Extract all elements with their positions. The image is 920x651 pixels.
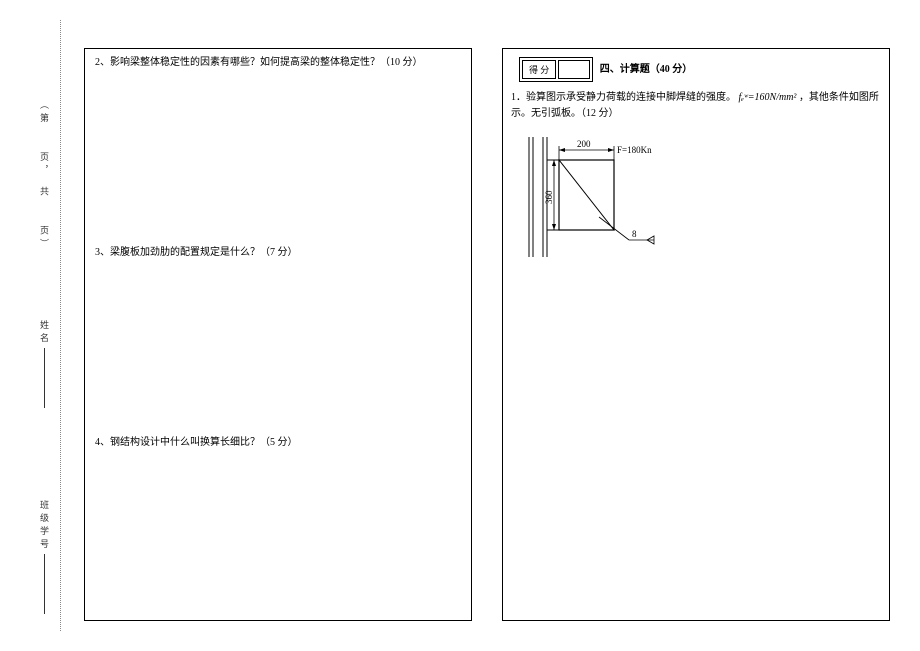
score-value-cell xyxy=(558,60,590,79)
page-indicator: （第 页， 共 页） xyxy=(38,100,51,252)
right-column: 得 分 四、计算题（40 分） 1．验算图示承受静力荷载的连接中脚焊缝的强度。 … xyxy=(502,48,890,621)
question-4: 4、钢结构设计中什么叫换算长细比？（5 分） xyxy=(95,435,461,450)
dim-height: 360 xyxy=(544,190,554,204)
score-label: 得 分 xyxy=(522,60,556,79)
force-label: F=180Kn xyxy=(617,145,652,155)
section-title: 四、计算题（40 分） xyxy=(600,60,693,75)
class-field-label: 班级学号 xyxy=(38,500,51,614)
binding-margin: （第 页， 共 页） 姓名 班级学号 xyxy=(0,0,80,651)
left-column: 2、影响梁整体稳定性的因素有哪些？如何提高梁的整体稳定性？（10 分） 3、梁腹… xyxy=(84,48,472,621)
score-box: 得 分 xyxy=(519,57,593,82)
question-3: 3、梁腹板加劲肋的配置规定是什么？（7 分） xyxy=(95,245,461,260)
weld-diagram: 200 F=180Kn 360 8 xyxy=(519,132,889,265)
cut-line xyxy=(60,20,61,631)
section-4-header: 得 分 四、计算题（40 分） xyxy=(511,53,881,86)
calc-question-1: 1．验算图示承受静力荷载的连接中脚焊缝的强度。 fₑʷ=160N/mm² ，其他… xyxy=(511,90,881,122)
question-2: 2、影响梁整体稳定性的因素有哪些？如何提高梁的整体稳定性？（10 分） xyxy=(95,55,461,70)
dim-width: 200 xyxy=(577,139,591,149)
weld-size: 8 xyxy=(632,229,637,239)
name-field-label: 姓名 xyxy=(38,320,51,408)
